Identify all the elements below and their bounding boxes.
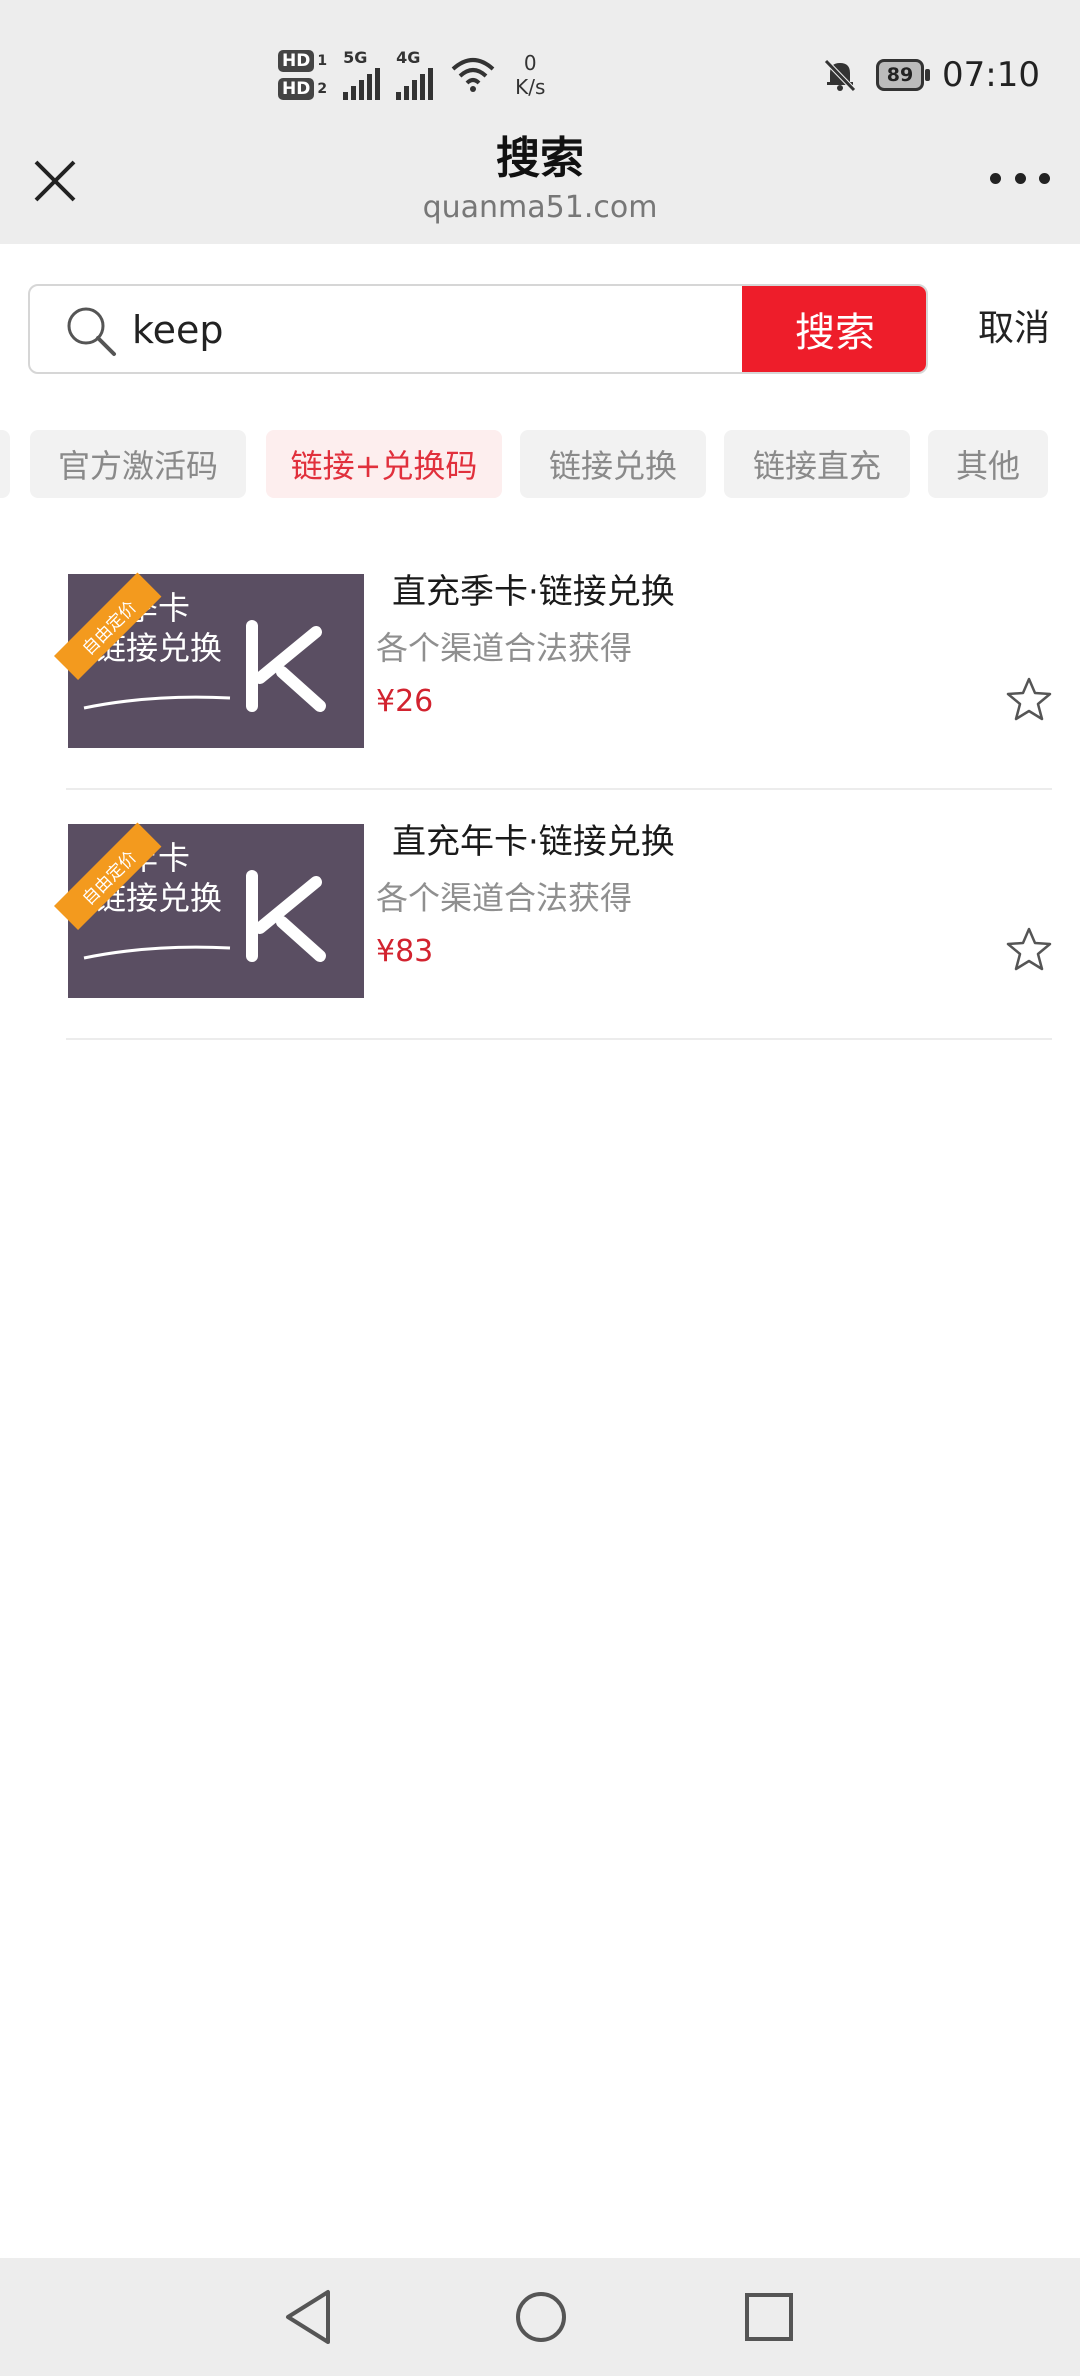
status-left: HD 1 HD 2 5G 4G 0 K/s [278, 40, 545, 110]
brush-stroke-icon [83, 695, 231, 710]
product-subtitle: 各个渠道合法获得 [376, 879, 633, 917]
hd-badge: HD [278, 78, 315, 100]
signal-4g: 4G [396, 48, 434, 100]
system-nav-bar [0, 2258, 1080, 2376]
bell-off-icon [824, 59, 856, 92]
tag-link-redeem[interactable]: 链接兑换 [520, 430, 706, 498]
dot-icon [1014, 172, 1026, 184]
page-domain: quanma51.com [422, 190, 658, 225]
category-tags: 官方激活码 链接+兑换码 链接兑换 链接直充 其他 [0, 430, 1080, 498]
product-item[interactable]: 季卡 链接兑换 自由定价 直充季卡·链接兑换 各个渠道合法获得 ¥26 [54, 540, 1052, 790]
brush-stroke-icon [83, 945, 231, 960]
keep-logo-icon [246, 870, 326, 962]
signal-5g: 5G [343, 48, 381, 100]
page-title: 搜索 [496, 133, 584, 184]
product-item[interactable]: 年卡 链接兑换 自由定价 直充年卡·链接兑换 各个渠道合法获得 ¥83 [54, 790, 1052, 1040]
tag-official-activation-code[interactable]: 官方激活码 [30, 430, 246, 498]
battery-level: 89 [886, 64, 914, 86]
product-title: 直充年卡·链接兑换 [392, 822, 675, 862]
battery-icon: 89 [876, 59, 931, 91]
cancel-button[interactable]: 取消 [978, 302, 1050, 356]
status-right: 89 07:10 [822, 40, 1040, 110]
hd-sim-number: 1 [317, 53, 328, 69]
more-button[interactable] [990, 168, 1050, 188]
favorite-star-icon[interactable] [1006, 926, 1052, 972]
search-button[interactable]: 搜索 [742, 286, 926, 372]
favorite-star-icon[interactable] [1006, 676, 1052, 722]
product-price: ¥26 [376, 684, 434, 719]
search-box: 搜索 [28, 284, 928, 374]
status-bar: HD 1 HD 2 5G 4G 0 K/s 89 07:10 [0, 0, 1080, 146]
search-input[interactable] [130, 286, 754, 372]
hd-indicators: HD 1 HD 2 [278, 50, 327, 100]
network-speed: 0 K/s [515, 51, 545, 99]
clock: 07:10 [942, 55, 1040, 95]
signal-bars-icon [396, 66, 434, 100]
tag-other[interactable]: 其他 [928, 430, 1048, 498]
back-triangle-icon[interactable] [276, 2282, 346, 2352]
speed-value: 0 [523, 51, 537, 75]
hd-indicator-2: HD 2 [278, 78, 327, 100]
recents-square-icon[interactable] [734, 2282, 804, 2352]
keep-logo-icon [246, 620, 326, 712]
product-price: ¥83 [376, 934, 434, 969]
tag-link-redeem-code[interactable]: 链接+兑换码 [266, 430, 502, 498]
hd-sim-number: 2 [317, 81, 328, 97]
dot-icon [1039, 172, 1050, 184]
tag-partial[interactable] [0, 430, 10, 498]
speed-unit: K/s [515, 75, 546, 99]
hd-indicator-1: HD 1 [278, 50, 327, 72]
signal-bars-icon [343, 66, 381, 100]
tag-link-direct[interactable]: 链接直充 [724, 430, 910, 498]
network-label: 4G [396, 48, 421, 67]
wifi-icon [451, 58, 495, 92]
home-circle-icon[interactable] [506, 2282, 576, 2352]
product-subtitle: 各个渠道合法获得 [376, 629, 633, 667]
product-title: 直充季卡·链接兑换 [392, 572, 675, 612]
title-bar: 搜索 quanma51.com [0, 133, 1080, 244]
hd-badge: HD [278, 50, 315, 72]
dot-icon [990, 172, 1001, 184]
network-label: 5G [343, 48, 368, 67]
title-block: 搜索 quanma51.com [0, 130, 1080, 228]
search-icon [67, 307, 116, 356]
